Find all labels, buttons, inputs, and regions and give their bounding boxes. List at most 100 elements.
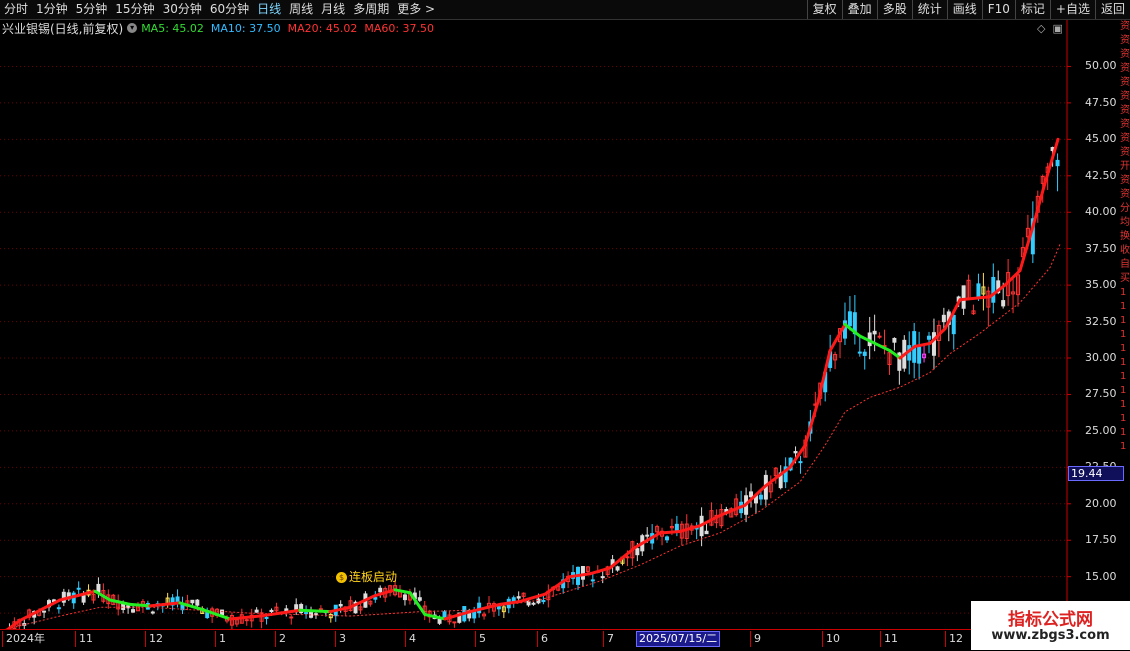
candle-body	[150, 611, 155, 614]
ma5-line-segment	[828, 322, 847, 353]
right-strip-char: 换	[1120, 231, 1130, 242]
candle-body	[536, 598, 541, 604]
toolbar-button-2[interactable]: 多股	[876, 0, 912, 19]
candle-body	[798, 461, 803, 464]
candle-body	[793, 451, 798, 454]
ma5-line-segment	[93, 589, 112, 602]
right-strip-char: 分	[1120, 203, 1130, 214]
candle-body	[976, 283, 981, 298]
right-strip-char: 资	[1120, 77, 1130, 88]
candle-body	[378, 587, 383, 593]
candle-body	[220, 609, 225, 616]
candle-body	[541, 600, 546, 603]
right-strip-char: 自	[1120, 259, 1130, 270]
signal-annotation: $ 连板启动	[336, 568, 397, 585]
x-tick-label: 1	[215, 631, 226, 647]
right-strip-char: 1	[1120, 343, 1127, 354]
candle-body	[625, 556, 630, 559]
period-tab-2[interactable]: 5分钟	[72, 0, 112, 19]
candle-body	[244, 619, 249, 622]
period-tab-9[interactable]: 多周期	[349, 0, 393, 19]
ma5-line-segment	[913, 341, 932, 348]
ma60-line	[0, 244, 1061, 630]
period-tab-3[interactable]: 15分钟	[111, 0, 158, 19]
right-strip-char: 1	[1120, 399, 1127, 410]
candle-body	[531, 602, 536, 605]
toolbar-button-4[interactable]: 画线	[946, 0, 982, 19]
ma5-line-segment	[803, 400, 820, 447]
period-tab-10[interactable]: 更多 >	[393, 0, 439, 19]
right-strip-char: 1	[1120, 413, 1127, 424]
toolbar-button-0[interactable]: 复权	[806, 0, 842, 19]
candle-body	[442, 611, 447, 618]
ma5-line-segment	[423, 613, 447, 621]
candle-body	[961, 285, 966, 309]
period-tab-5[interactable]: 60分钟	[206, 0, 253, 19]
period-tab-4[interactable]: 30分钟	[159, 0, 206, 19]
period-tab-8[interactable]: 月线	[317, 0, 349, 19]
candle-body	[338, 603, 343, 607]
candle-body	[645, 534, 650, 537]
ma5-line-segment	[18, 598, 62, 622]
ma5-line-segment	[788, 443, 807, 469]
toolbar-button-3[interactable]: 统计	[911, 0, 947, 19]
ma5-line-segment	[298, 608, 332, 614]
x-tick-label: 10	[822, 631, 840, 647]
candle-body	[131, 609, 136, 613]
toolbar-buttons: 复权 叠加 多股 统计 画线 F10 标记 +自选 返回	[806, 0, 1130, 19]
candle-body	[927, 335, 932, 340]
x-tick-label: 4	[405, 631, 416, 647]
right-strip-char: 资	[1120, 49, 1130, 60]
candle-body	[42, 610, 47, 613]
date-axis: 2024年 11 12 1 2 3 4 5 6 7 9 10 11 12 2025/07/15/二	[0, 629, 1067, 651]
toolbar-button-6[interactable]: 标记	[1014, 0, 1050, 19]
candle-body	[373, 597, 378, 600]
watermark-title: 指标公式网	[1008, 610, 1093, 630]
candle-body	[847, 311, 852, 327]
right-strip-char: 资	[1120, 21, 1130, 32]
right-strip-char: 1	[1120, 301, 1127, 312]
candle-body	[452, 621, 457, 624]
signal-label: 连板启动	[349, 570, 398, 584]
toolbar-button-8[interactable]: 返回	[1094, 0, 1130, 19]
ma5-line-segment	[858, 334, 877, 345]
right-strip-char: 资	[1120, 91, 1130, 102]
x-tick-label: 12	[945, 631, 963, 647]
x-tick-label: 9	[750, 631, 761, 647]
cursor-date-label: 2025/07/15/二	[636, 631, 721, 647]
candle-body	[580, 565, 585, 580]
ma5-line-segment	[873, 341, 892, 353]
candle-body	[862, 351, 867, 356]
right-side-panel-strip: 资资资资资资资资资资开资资分均换收自买111111111111	[1120, 20, 1130, 610]
toolbar-button-7[interactable]: +自选	[1049, 0, 1095, 19]
candle-body	[304, 612, 309, 615]
cursor-price-label: 19.44	[1068, 466, 1124, 481]
candle-body	[590, 579, 595, 582]
candle-body	[496, 606, 501, 610]
candle-body	[254, 609, 259, 613]
ma5-line-segment	[128, 602, 152, 608]
toolbar-button-5[interactable]: F10	[981, 0, 1015, 19]
candle-body	[516, 596, 521, 599]
toolbar-button-1[interactable]: 叠加	[841, 0, 877, 19]
right-strip-char: 1	[1120, 315, 1127, 326]
right-strip-char: 资	[1120, 189, 1130, 200]
candle-body	[195, 599, 200, 606]
candle-body	[615, 566, 620, 571]
ma5-line-segment	[588, 566, 612, 576]
x-tick-label: 3	[335, 631, 346, 647]
period-tab-7[interactable]: 周线	[285, 0, 317, 19]
ma5-line-segment	[1030, 181, 1047, 232]
coin-icon: $	[336, 572, 347, 583]
right-strip-char: 收	[1120, 245, 1130, 256]
period-tab-0[interactable]: 分时	[0, 0, 32, 19]
candle-body	[664, 536, 669, 541]
candle-body	[941, 314, 946, 323]
right-strip-char: 买	[1120, 273, 1130, 284]
period-tab-1[interactable]: 1分钟	[32, 0, 72, 19]
period-tab-6[interactable]: 日线	[253, 0, 285, 19]
ma5-line-segment	[498, 599, 522, 606]
right-strip-char: 1	[1120, 329, 1127, 340]
candle-body	[1001, 300, 1006, 307]
candlestick-chart[interactable]	[0, 20, 1130, 630]
